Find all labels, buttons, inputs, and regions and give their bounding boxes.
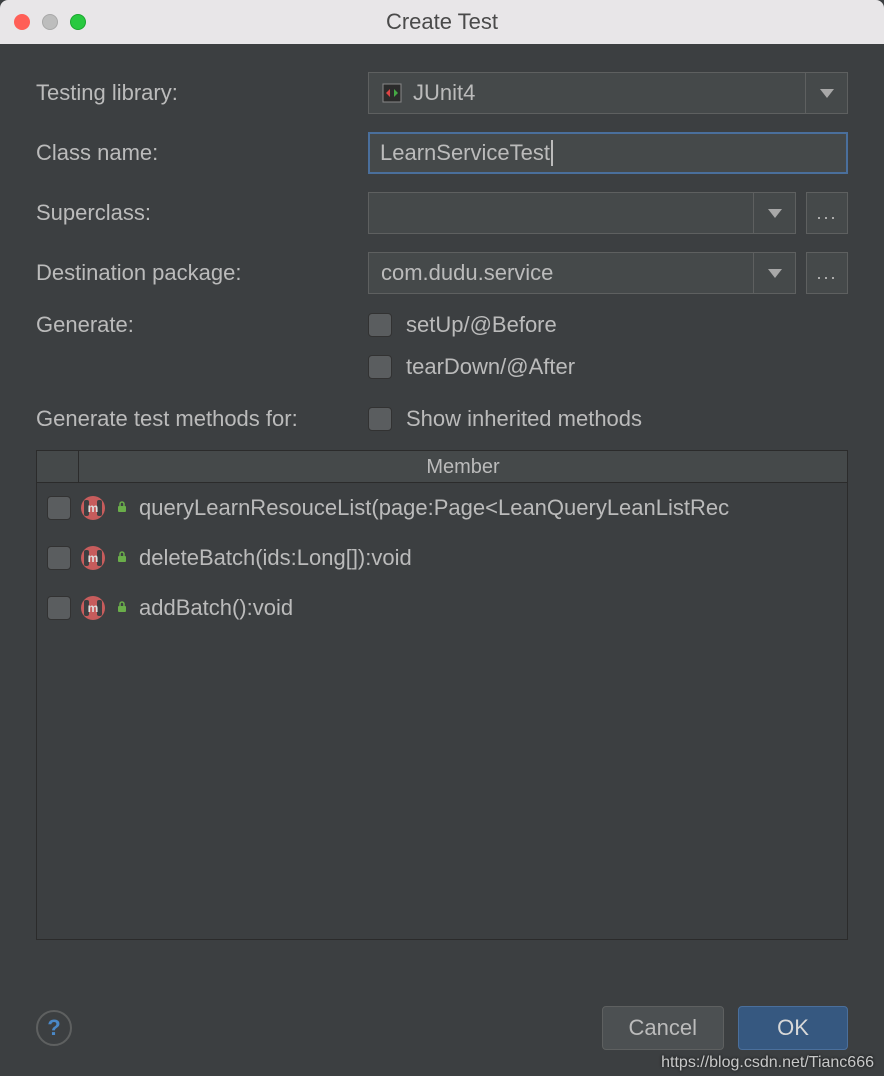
destination-package-value: com.dudu.service: [381, 260, 553, 286]
superclass-label: Superclass:: [36, 200, 356, 226]
method-icon: m: [81, 546, 105, 570]
method-icon: m: [81, 596, 105, 620]
chevron-down-icon[interactable]: [753, 253, 795, 293]
method-checkbox[interactable]: [47, 496, 71, 520]
show-inherited-checkbox[interactable]: [368, 407, 392, 431]
class-name-label: Class name:: [36, 140, 356, 166]
watermark: https://blog.csdn.net/Tianc666: [661, 1054, 874, 1072]
table-row[interactable]: m addBatch():void: [37, 583, 847, 633]
method-signature: addBatch():void: [139, 595, 293, 621]
titlebar: Create Test: [0, 0, 884, 44]
generate-methods-label: Generate test methods for:: [36, 406, 356, 432]
setup-checkbox[interactable]: [368, 313, 392, 337]
table-header-checkbox-col: [37, 451, 79, 482]
destination-package-browse-button[interactable]: ...: [806, 252, 848, 294]
superclass-combo[interactable]: [368, 192, 796, 234]
testing-library-value: JUnit4: [413, 80, 475, 106]
destination-package-label: Destination package:: [36, 260, 356, 286]
chevron-down-icon[interactable]: [805, 73, 847, 113]
teardown-checkbox[interactable]: [368, 355, 392, 379]
dialog-footer: ? Cancel OK: [36, 1006, 848, 1050]
show-inherited-label: Show inherited methods: [406, 406, 642, 432]
window-title: Create Test: [0, 9, 884, 35]
teardown-label: tearDown/@After: [406, 354, 575, 380]
method-checkbox[interactable]: [47, 596, 71, 620]
cancel-button[interactable]: Cancel: [602, 1006, 724, 1050]
class-name-value: LearnServiceTest: [380, 140, 550, 166]
lock-icon: [115, 600, 129, 617]
testing-library-combo[interactable]: JUnit4: [368, 72, 848, 114]
method-icon: m: [81, 496, 105, 520]
help-button[interactable]: ?: [36, 1010, 72, 1046]
method-signature: deleteBatch(ids:Long[]):void: [139, 545, 412, 571]
table-header-member: Member: [79, 451, 847, 482]
superclass-browse-button[interactable]: ...: [806, 192, 848, 234]
lock-icon: [115, 500, 129, 517]
setup-label: setUp/@Before: [406, 312, 557, 338]
lock-icon: [115, 550, 129, 567]
dialog-content: Testing library: JUnit4 Class name: Lear…: [0, 44, 884, 958]
table-header: Member: [37, 451, 847, 483]
destination-package-combo[interactable]: com.dudu.service: [368, 252, 796, 294]
method-signature: queryLearnResouceList(page:Page<LeanQuer…: [139, 495, 729, 521]
table-row[interactable]: m queryLearnResouceList(page:Page<LeanQu…: [37, 483, 847, 533]
table-row[interactable]: m deleteBatch(ids:Long[]):void: [37, 533, 847, 583]
testing-library-label: Testing library:: [36, 80, 356, 106]
table-body: m queryLearnResouceList(page:Page<LeanQu…: [37, 483, 847, 939]
method-checkbox[interactable]: [47, 546, 71, 570]
ok-button[interactable]: OK: [738, 1006, 848, 1050]
methods-table: Member m queryLearnResouceList(page:Page…: [36, 450, 848, 940]
class-name-input[interactable]: LearnServiceTest: [368, 132, 848, 174]
generate-label: Generate:: [36, 312, 356, 338]
junit-icon: [381, 82, 403, 104]
text-cursor: [551, 140, 553, 166]
chevron-down-icon[interactable]: [753, 193, 795, 233]
